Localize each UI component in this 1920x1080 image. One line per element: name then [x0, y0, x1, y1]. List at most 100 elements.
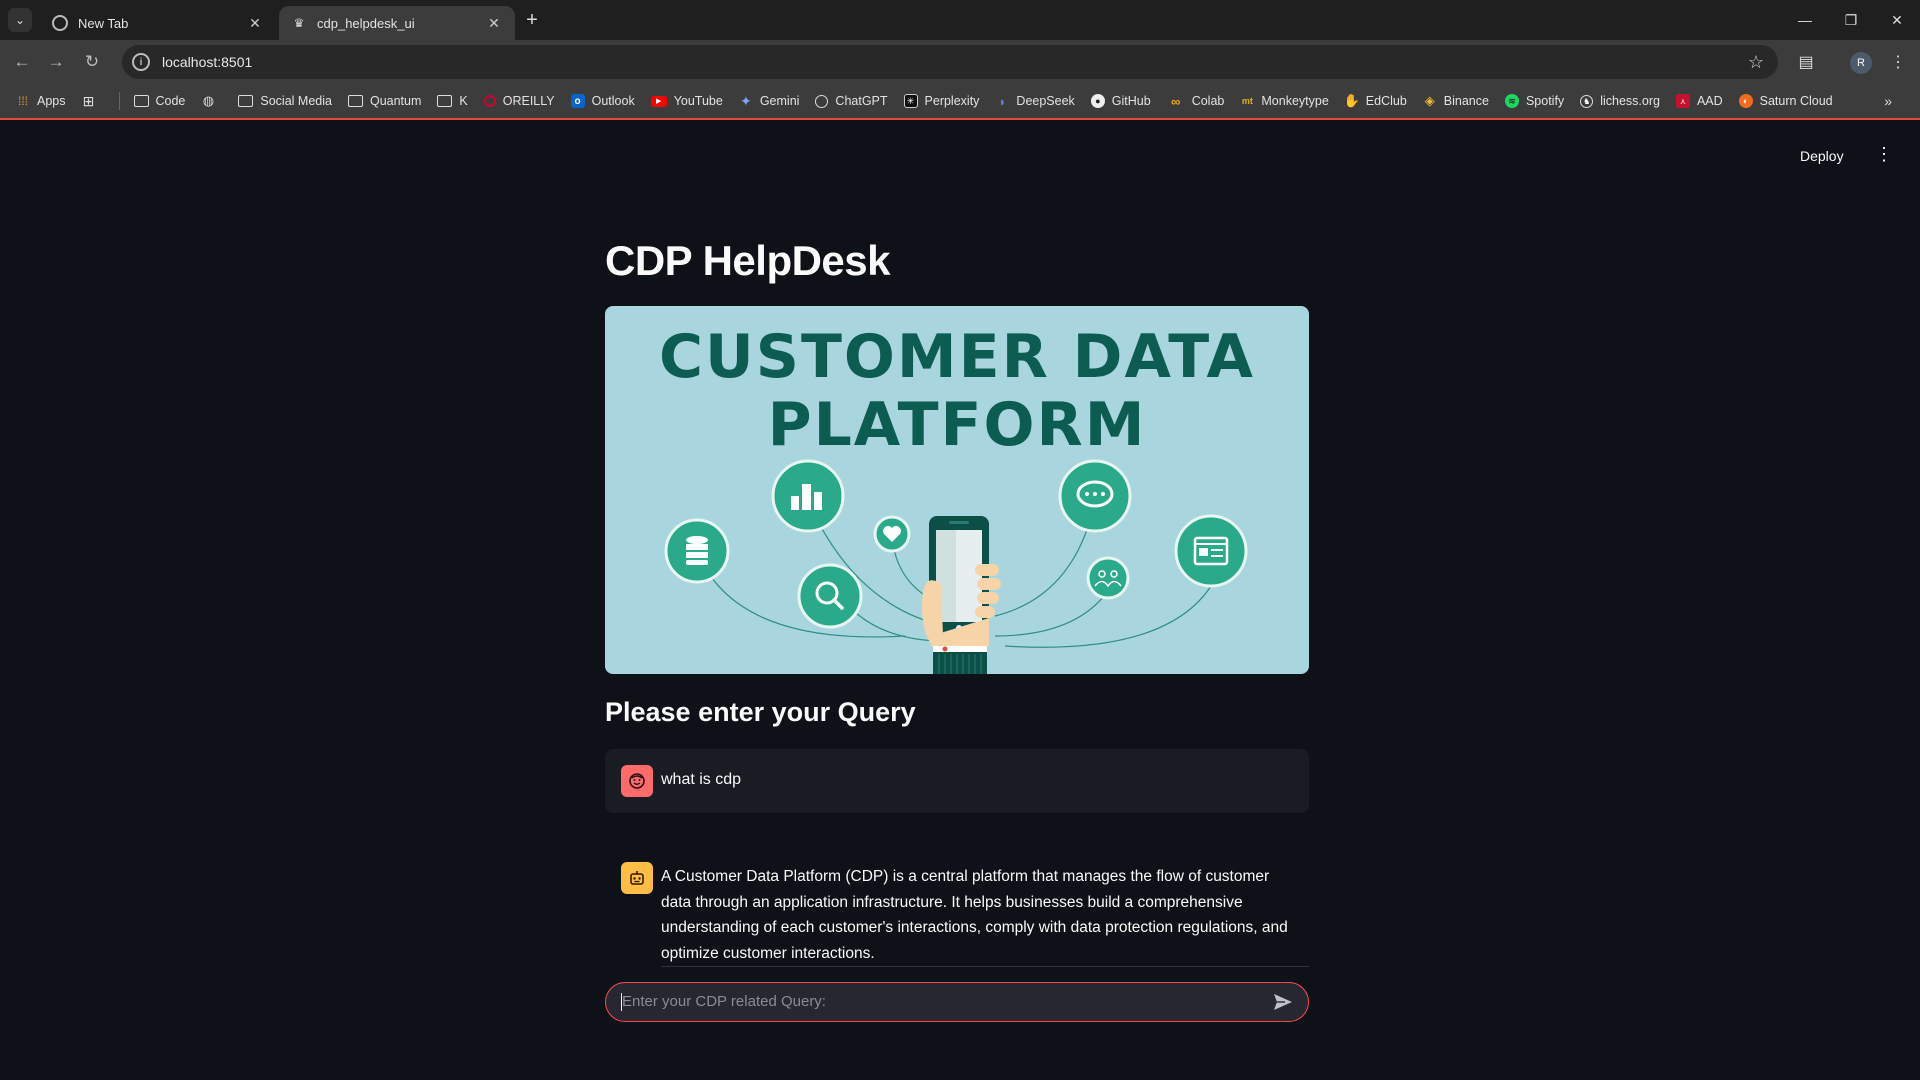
bookmark-monkeytype[interactable]: mt Monkeytype: [1240, 94, 1329, 108]
bookmark-label: Code: [155, 94, 186, 108]
close-tab-icon[interactable]: ✕: [485, 15, 503, 32]
bookmark-label: Saturn Cloud: [1759, 94, 1833, 108]
bookmark-colab[interactable]: ∞ Colab: [1167, 93, 1225, 109]
chat-input[interactable]: [622, 983, 1252, 1020]
profile-avatar[interactable]: R: [1850, 52, 1872, 74]
bookmark-apps[interactable]: ⁞⁞⁞ Apps: [16, 94, 66, 108]
assistant-message-text: A Customer Data Platform (CDP) is a cent…: [661, 868, 1288, 962]
bookmark-label: EdClub: [1365, 94, 1407, 108]
site-info-icon[interactable]: i: [132, 53, 150, 71]
edclub-icon: ✋: [1343, 93, 1360, 108]
bookmark-label: ChatGPT: [835, 94, 888, 108]
apps-grid-icon: ⁞⁞⁞: [17, 94, 28, 108]
forward-icon[interactable]: →: [44, 50, 68, 74]
globe-icon: ◍: [202, 93, 215, 108]
bookmark-folder-social-media[interactable]: Social Media: [238, 94, 332, 108]
bookmark-binance[interactable]: ◈ Binance: [1423, 93, 1489, 108]
bookmark-label: Social Media: [260, 94, 332, 108]
bookmark-label: Quantum: [369, 94, 422, 108]
bookmark-label: Spotify: [1525, 94, 1565, 108]
search-icon: [797, 563, 863, 629]
bookmark-chatgpt[interactable]: ChatGPT: [815, 94, 888, 108]
reading-list-icon[interactable]: ▤: [1794, 50, 1818, 74]
browser-tab-strip: ⌄ New Tab ✕ ♛ cdp_helpdesk_ui ✕ + — ❐ ✕: [0, 0, 1920, 40]
bookmark-saturn-cloud[interactable]: ◐ Saturn Cloud: [1738, 94, 1833, 108]
tab-cdp-helpdesk[interactable]: ♛ cdp_helpdesk_ui ✕: [279, 6, 515, 40]
binance-icon: ◈: [1424, 93, 1435, 108]
bookmark-label: Apps: [37, 94, 66, 108]
bookmark-oreilly[interactable]: OREILLY: [483, 94, 555, 108]
gemini-icon: ✦: [739, 92, 752, 109]
user-message-text: what is cdp: [661, 771, 742, 788]
banner-image: CUSTOMER DATA PLATFORM: [605, 306, 1309, 674]
bookmark-label: Perplexity: [924, 94, 980, 108]
bookmark-edclub[interactable]: ✋ EdClub: [1343, 93, 1407, 108]
github-icon: ●: [1090, 94, 1105, 108]
bookmark-label: DeepSeek: [1016, 94, 1075, 108]
bookmark-aad[interactable]: ⋏ AAD: [1675, 94, 1723, 108]
bar-chart-icon: [771, 459, 845, 533]
bookmark-folder-k[interactable]: K: [437, 94, 468, 108]
phone-in-hand-icon: [922, 516, 1001, 674]
minimize-icon[interactable]: —: [1782, 0, 1828, 40]
bookmark-label: Colab: [1191, 94, 1225, 108]
query-subheading: Please enter your Query: [605, 697, 916, 727]
lichess-icon: ♞: [1580, 94, 1594, 108]
close-tab-icon[interactable]: ✕: [246, 15, 264, 32]
bookmark-label: OREILLY: [502, 94, 555, 108]
tab-title: New Tab: [78, 15, 129, 31]
close-window-icon[interactable]: ✕: [1874, 0, 1920, 40]
folder-icon: [133, 95, 149, 107]
streamlit-crown-icon: ♛: [293, 16, 305, 30]
window-controls: — ❐ ✕: [1782, 0, 1920, 40]
deepseek-icon: ◗: [998, 93, 1007, 109]
user-chat-message: what is cdp: [605, 749, 1309, 813]
folder-icon: [347, 95, 363, 107]
bookmark-github[interactable]: ● GitHub: [1090, 94, 1151, 108]
bookmark-youtube[interactable]: ▶ YouTube: [650, 94, 723, 108]
bot-avatar-icon: [621, 862, 653, 894]
banner-illustration: [664, 459, 1248, 674]
saturn-cloud-icon: ◐: [1738, 94, 1753, 108]
url-text[interactable]: localhost:8501: [162, 54, 1748, 70]
new-tab-button[interactable]: +: [520, 8, 544, 32]
bookmark-perplexity[interactable]: ✳ Perplexity: [903, 94, 980, 108]
send-icon[interactable]: [1271, 991, 1295, 1013]
bookmark-grid[interactable]: ⊞: [82, 92, 103, 109]
bookmark-deepseek[interactable]: ◗ DeepSeek: [995, 93, 1075, 109]
bookmark-globe[interactable]: ◍: [201, 93, 222, 108]
pdf-icon: ⋏: [1675, 94, 1690, 108]
bookmark-label: lichess.org: [1600, 94, 1660, 108]
spotify-icon: ≋: [1504, 94, 1519, 108]
colab-icon: ∞: [1171, 93, 1181, 109]
tab-search-button[interactable]: ⌄: [8, 8, 32, 32]
youtube-icon: ▶: [650, 95, 667, 107]
assistant-chat-message: A Customer Data Platform (CDP) is a cent…: [605, 838, 1309, 968]
main-menu-icon[interactable]: ⋮: [1875, 144, 1893, 165]
bookmark-outlook[interactable]: o Outlook: [570, 94, 635, 108]
reload-icon[interactable]: ↻: [80, 50, 104, 74]
bookmark-spotify[interactable]: ≋ Spotify: [1504, 94, 1565, 108]
bookmark-star-icon[interactable]: ☆: [1748, 52, 1764, 73]
tab-new-tab[interactable]: New Tab ✕: [40, 6, 276, 40]
bookmark-label: K: [459, 94, 468, 108]
chatgpt-icon: [815, 94, 829, 108]
oreilly-icon: [483, 95, 496, 107]
back-icon[interactable]: ←: [10, 50, 34, 74]
chrome-menu-icon[interactable]: ⋮: [1886, 50, 1910, 74]
browser-toolbar: ← → ↻ i localhost:8501 ☆ ▤: [0, 40, 1920, 84]
bookmark-lichess[interactable]: ♞ lichess.org: [1580, 94, 1660, 108]
deploy-button[interactable]: Deploy: [1800, 148, 1844, 164]
bookmark-folder-quantum[interactable]: Quantum: [347, 94, 422, 108]
more-bookmarks-icon[interactable]: »: [1884, 93, 1892, 109]
bookmark-gemini[interactable]: ✦ Gemini: [739, 92, 799, 109]
bookmark-label: Monkeytype: [1261, 94, 1329, 108]
heart-icon: [873, 515, 911, 553]
document-icon: [1174, 514, 1248, 588]
bookmark-label: Outlook: [591, 94, 635, 108]
address-bar[interactable]: i localhost:8501 ☆: [122, 45, 1778, 79]
restore-icon[interactable]: ❐: [1828, 0, 1874, 40]
perplexity-icon: ✳: [903, 94, 918, 108]
bookmark-folder-code[interactable]: Code: [133, 94, 186, 108]
grid-icon: ⊞: [82, 92, 95, 109]
